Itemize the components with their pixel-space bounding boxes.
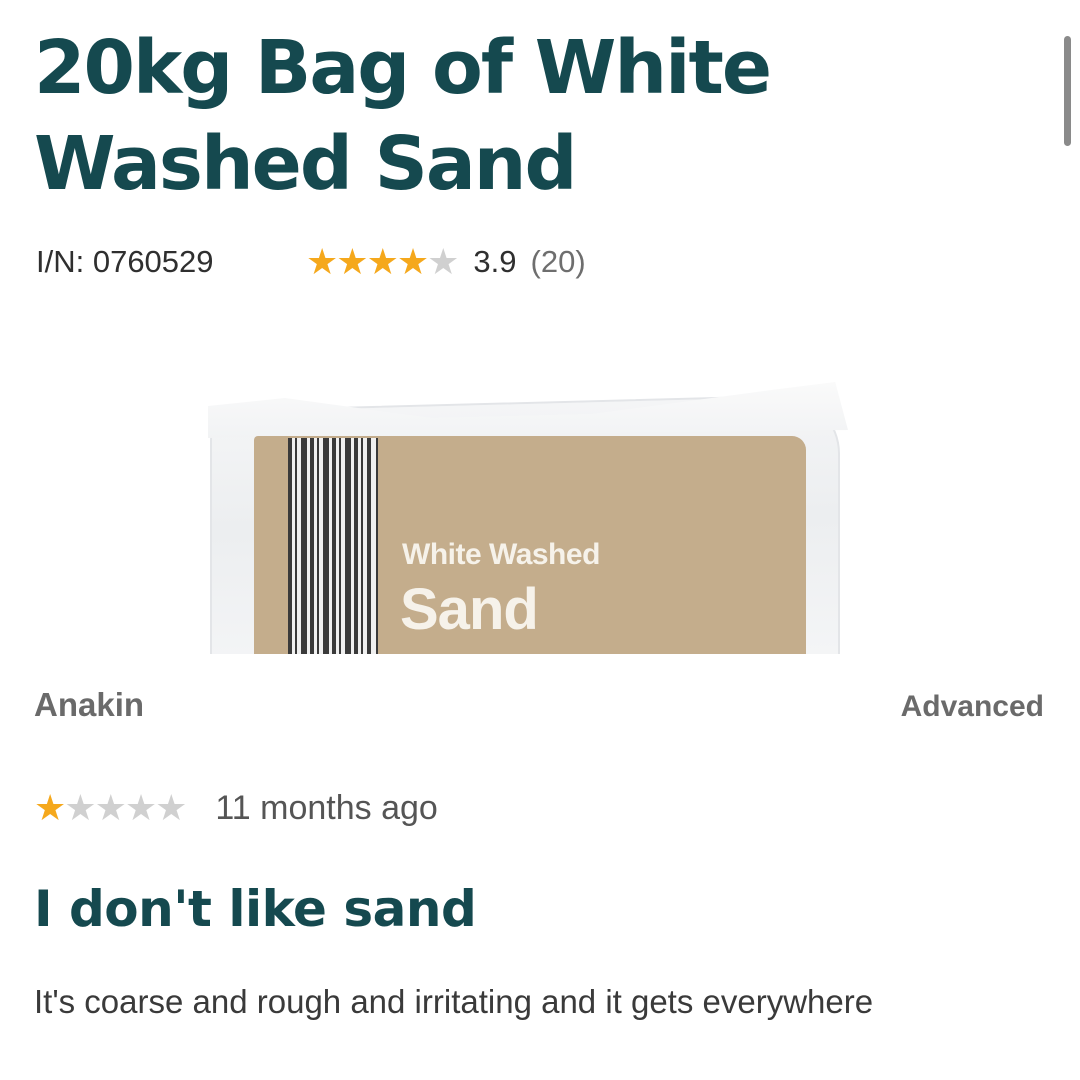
review-date: 11 months ago — [215, 788, 438, 827]
product-title: 20kg Bag of White Washed Sand — [34, 25, 772, 207]
item-number: I/N: 0760529 — [36, 244, 214, 279]
review-meta-row: ★★★★★ 11 months ago — [34, 786, 438, 830]
star-outline-icon: ★ — [64, 787, 96, 828]
star-outline-icon: ★ — [155, 787, 187, 828]
bag-label-line1: White Washed — [402, 538, 600, 571]
star-outline-icon: ★ — [124, 787, 157, 828]
barcode-strip — [371, 438, 375, 654]
reviewer-name[interactable]: Anakin — [34, 686, 144, 724]
scrollbar[interactable] — [1064, 36, 1071, 146]
rating-value: 3.9 — [473, 244, 517, 279]
star-icon: ★ — [396, 241, 429, 282]
product-meta-row: I/N: 0760529 ★★★★★ 3.9 (20) — [36, 240, 586, 284]
star-outline-icon: ★ — [427, 241, 459, 282]
review-body: It's coarse and rough and irritating and… — [34, 983, 874, 1020]
rating-count[interactable]: (20) — [531, 244, 586, 280]
bag-label-line2: Sand — [400, 577, 539, 642]
product-image[interactable]: White Washed Sand — [208, 382, 848, 654]
product-rating-stars[interactable]: ★★★★★ — [306, 241, 459, 282]
star-outline-icon: ★ — [94, 787, 127, 828]
star-icon: ★ — [306, 241, 338, 282]
star-icon: ★ — [336, 241, 368, 282]
reviewer-level-badge: Advanced — [900, 690, 1044, 723]
star-icon: ★ — [366, 241, 399, 282]
review-title: I don't like sand — [34, 880, 477, 938]
barcode-graphic — [288, 438, 378, 654]
review-rating-stars: ★★★★★ — [34, 787, 187, 828]
star-icon: ★ — [34, 787, 66, 828]
